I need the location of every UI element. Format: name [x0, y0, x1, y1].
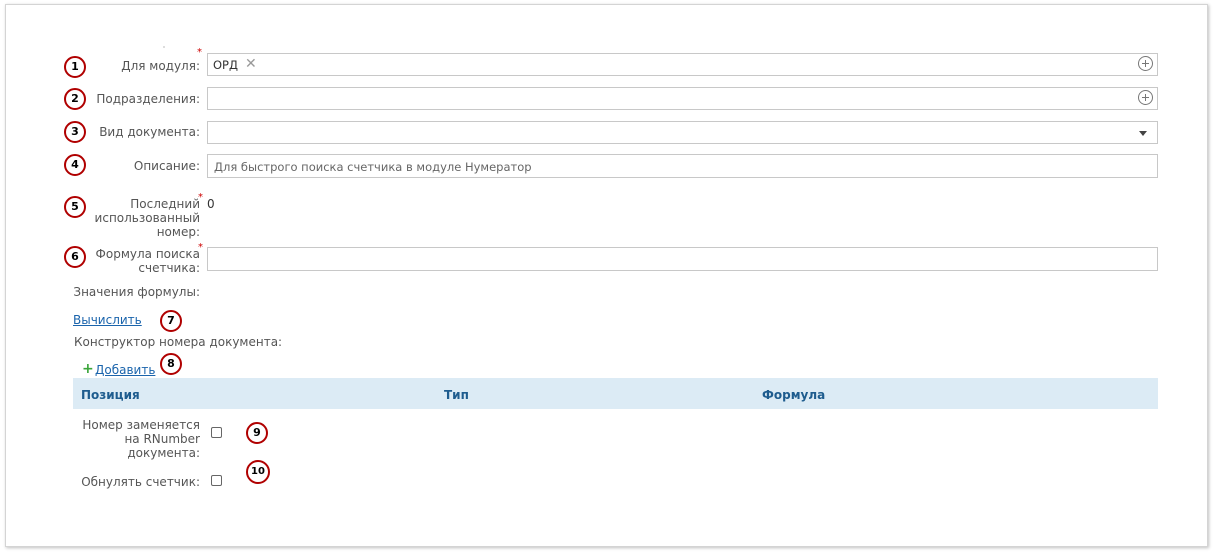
plus-circle-icon[interactable] [1138, 56, 1153, 71]
badge-9: 9 [246, 422, 268, 444]
required-mark: * [198, 192, 203, 203]
search-formula-label-line2: счетчика: [138, 261, 200, 275]
replace-rnumber-label-line3: документа: [127, 446, 200, 460]
badge-3: 3 [64, 121, 86, 143]
calculate-link[interactable]: Вычислить [73, 313, 142, 327]
description-label: Описание: [133, 159, 200, 173]
badge-10: 10 [246, 460, 270, 484]
search-formula-label-line1: Формула поиска [95, 247, 200, 261]
last-number-value: 0 [207, 197, 215, 211]
badge-5: 5 [64, 196, 86, 218]
constructor-label: Конструктор номера документа: [74, 335, 283, 349]
badge-4: 4 [64, 154, 86, 176]
reset-counter-label: Обнулять счетчик: [81, 475, 200, 489]
doc-type-select[interactable] [207, 121, 1158, 144]
column-position: Позиция [81, 388, 140, 402]
caret-down-icon[interactable] [1139, 131, 1147, 136]
form-window [5, 4, 1208, 547]
last-number-label-line1: Последний [130, 197, 200, 211]
replace-rnumber-checkbox[interactable] [211, 427, 222, 438]
replace-rnumber-label-line2: на RNumber [124, 432, 200, 446]
formula-values-label: Значения формулы: [73, 285, 200, 299]
close-icon[interactable]: ✕ [245, 56, 257, 72]
divisions-label: Подразделения: [96, 92, 200, 106]
plus-circle-icon[interactable] [1138, 90, 1153, 105]
required-mark: * [197, 47, 202, 58]
badge-8: 8 [160, 353, 182, 375]
module-field[interactable]: ОРД ✕ [207, 53, 1158, 76]
reset-counter-checkbox[interactable] [211, 475, 222, 486]
required-mark: * [198, 242, 203, 253]
decorative-dot [163, 46, 165, 48]
last-number-label-line3: номер: [156, 225, 200, 239]
column-formula: Формула [762, 388, 826, 402]
plus-icon[interactable]: + [82, 361, 94, 377]
badge-7: 7 [160, 310, 182, 332]
badge-6: 6 [64, 246, 86, 268]
last-number-label-line2: использованный [94, 211, 200, 225]
description-input[interactable]: Для быстрого поиска счетчика в модуле Ну… [207, 154, 1158, 178]
constructor-table-header: Позиция Тип Формула [73, 378, 1158, 409]
module-tag: ОРД [213, 58, 238, 72]
module-label: Для модуля: [121, 59, 200, 73]
add-link[interactable]: Добавить [95, 363, 155, 377]
doc-type-label: Вид документа: [99, 125, 200, 139]
badge-1: 1 [64, 56, 86, 78]
description-placeholder: Для быстрого поиска счетчика в модуле Ну… [214, 160, 532, 174]
divisions-field[interactable] [207, 87, 1158, 110]
search-formula-input[interactable] [207, 247, 1158, 271]
replace-rnumber-label-line1: Номер заменяется [82, 418, 200, 432]
badge-2: 2 [64, 88, 86, 110]
column-type: Тип [444, 388, 469, 402]
